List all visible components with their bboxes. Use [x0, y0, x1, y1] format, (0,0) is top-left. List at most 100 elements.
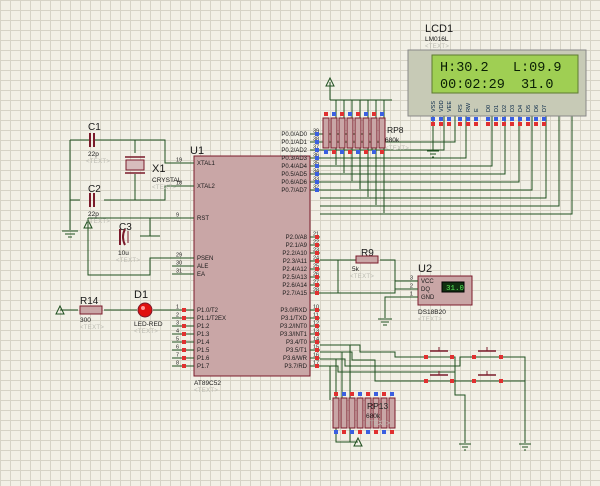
ground-symbol-lcd [427, 150, 439, 158]
pin-marker [182, 324, 186, 328]
pack-pin-marker [374, 392, 378, 396]
pack-pin-marker [340, 150, 344, 154]
pin-number: 19 [176, 158, 182, 164]
pack-pin-marker [356, 112, 360, 116]
pin-marker [315, 332, 319, 336]
lcd-pin-marker [486, 122, 490, 126]
pin-marker [315, 140, 319, 144]
lcd-text-placeholder: <TEXT> [425, 44, 449, 50]
pack-pin-marker [366, 430, 370, 434]
pin-name: EA [197, 272, 205, 278]
r14-value-label: 300 [80, 317, 91, 324]
c1-text-placeholder: <TEXT> [86, 159, 110, 165]
pin-marker [315, 283, 319, 287]
pack-pin-marker [334, 392, 338, 396]
pin-marker [182, 356, 186, 360]
pin-name: P2.0/A8 [286, 235, 308, 241]
pack-resistor [332, 397, 340, 429]
pack-pin-marker [382, 392, 386, 396]
pin-number: 1 [176, 305, 179, 311]
lcd-pin-marker [510, 117, 514, 121]
pack-pin-marker [348, 112, 352, 116]
pack-pin-marker [340, 112, 344, 116]
pack-pin-marker [350, 430, 354, 434]
push-button-4[interactable] [470, 371, 505, 383]
pin-marker [315, 243, 319, 247]
led-d1: D1 LED-RED <TEXT> [134, 289, 163, 335]
capacitor-c3: C3 10u <TEXT> [116, 222, 140, 264]
pin-name: P2.3/A11 [283, 259, 308, 265]
rp8-ref-label: RP8 [387, 125, 404, 135]
pin-marker [315, 235, 319, 239]
led-red-icon [137, 302, 153, 318]
pin-marker [315, 308, 319, 312]
push-button-2[interactable] [470, 347, 505, 359]
u2-ref-label: U2 [418, 263, 432, 275]
pin-marker [315, 172, 319, 176]
pin-name: ALE [197, 264, 208, 270]
lcd-pin-marker [458, 117, 462, 121]
resistor-r9: R9 5k <TEXT> [350, 248, 379, 280]
pin-name: P1.4 [197, 340, 210, 346]
pin-marker [315, 156, 319, 160]
lcd-pin-marker [534, 117, 538, 121]
pack-pin-marker [380, 150, 384, 154]
pack-pin-marker [380, 112, 384, 116]
lcd-pin-marker [542, 122, 546, 126]
lcd-pin-name: D6 [534, 105, 540, 112]
lcd-pin-marker [486, 117, 490, 121]
r14-ref-label: R14 [80, 296, 99, 307]
pin-name: XTAL1 [197, 161, 216, 167]
pack-resistor [346, 117, 354, 149]
pack-resistor [354, 117, 362, 149]
pin-name: P0.3/AD3 [281, 156, 307, 162]
c1-ref-label: C1 [88, 122, 101, 133]
lcd-part-label: LM016L [425, 36, 449, 43]
pack-pin-marker [334, 430, 338, 434]
pack-resistor [362, 117, 370, 149]
pin-number: 3 [410, 276, 413, 282]
pin-number: 29 [176, 253, 182, 259]
rp8-resistors [322, 112, 386, 154]
pack-pin-marker [372, 112, 376, 116]
pack-resistor [356, 397, 364, 429]
lcd-pin-name: D4 [518, 105, 524, 112]
pin-marker [315, 364, 319, 368]
lcd-module: LCD1 LM016L <TEXT> H:30.2 L:09.9 00:02:2… [407, 23, 587, 126]
pin-name: P0.5/AD5 [281, 172, 307, 178]
lcd-pin-name: D7 [542, 105, 548, 112]
pin-number: 5 [176, 337, 179, 343]
pin-name: P1.6 [197, 356, 210, 362]
pack-pin-marker [350, 392, 354, 396]
lcd-line-1: H:30.2 L:09.9 [440, 61, 562, 76]
pin-marker [182, 348, 186, 352]
pin-number: 4 [176, 329, 179, 335]
pin-marker [182, 332, 186, 336]
push-button-3[interactable] [424, 371, 454, 383]
u1-text-placeholder: <TEXT> [194, 388, 218, 394]
u2-reading: 31.0 [446, 285, 465, 293]
pin-number: 2 [410, 284, 413, 290]
lcd-pin-marker [526, 122, 530, 126]
pin-name: P3.6/WR [283, 356, 308, 362]
pin-marker [315, 132, 319, 136]
lcd-pin-marker [474, 122, 478, 126]
lcd-pin-marker [439, 122, 443, 126]
pin-name: P2.5/A13 [282, 275, 307, 281]
lcd-pin-marker [494, 122, 498, 126]
pin-marker [315, 356, 319, 360]
push-button-1[interactable] [424, 347, 454, 359]
pin-name: P1.7 [197, 364, 210, 370]
microcontroller-u1: U1 19 XTAL1 18 XTAL2 9 RST 29 PSEN 30 ALE 31 EA 1 P1.… [172, 129, 320, 394]
r14-text-placeholder: <TEXT> [80, 325, 104, 331]
sensor-u2: U2 31.0 3 VCC 2 DQ 1 GND DS18B20 <TEXT> [406, 263, 473, 323]
pin-name: P0.0/AD0 [281, 132, 307, 138]
resistor-r14: R14 300 <TEXT> [79, 296, 104, 331]
pin-marker [182, 316, 186, 320]
pin-number: 6 [176, 345, 179, 351]
lcd-pin-name: D2 [502, 105, 508, 112]
schematic-canvas: LCD1 LM016L <TEXT> H:30.2 L:09.9 00:02:2… [55, 23, 587, 451]
pack-pin-marker [348, 150, 352, 154]
pack-pin-marker [356, 150, 360, 154]
pin-name: P2.7/A15 [282, 291, 307, 297]
